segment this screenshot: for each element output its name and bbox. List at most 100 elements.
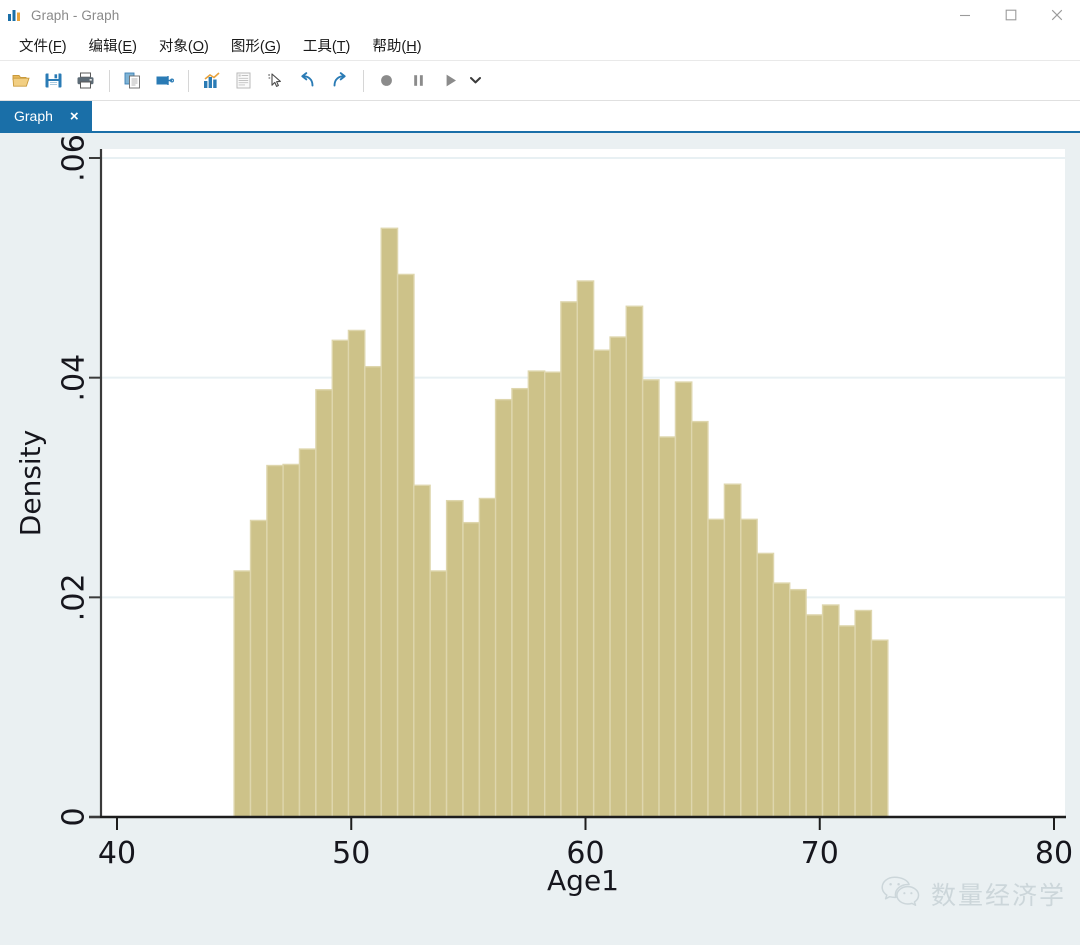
- histogram-bar: [756, 552, 775, 818]
- play-button[interactable]: [435, 66, 465, 96]
- histogram-bar: [772, 582, 791, 818]
- x-tick-label: 70: [801, 836, 839, 871]
- print-icon: [75, 70, 96, 91]
- menu-bar: 文件(F) 编辑(E) 对象(O) 图形(G) 工具(T) 帮助(H): [0, 31, 1080, 61]
- save-button[interactable]: [38, 66, 68, 96]
- histogram-bar: [641, 379, 660, 818]
- histogram-bar: [609, 336, 628, 818]
- histogram-bar: [740, 518, 758, 818]
- histogram-bar: [478, 497, 497, 818]
- close-button[interactable]: [1034, 0, 1080, 31]
- histogram-bar: [282, 463, 301, 818]
- histogram-bar: [870, 639, 889, 818]
- menu-file-tail: ): [61, 39, 67, 55]
- menu-tools-tail: ): [345, 39, 351, 55]
- pause-icon: [408, 70, 429, 91]
- toolbar-overflow-button[interactable]: [467, 66, 483, 96]
- histogram-bar: [544, 371, 562, 818]
- log-viewer-icon: [233, 70, 254, 91]
- histogram-bar: [380, 227, 399, 818]
- histogram-bar: [364, 365, 382, 818]
- menu-help-tail: ): [416, 39, 422, 55]
- toolbar-separator: [188, 69, 189, 92]
- histogram-bar: [511, 387, 529, 818]
- copy-button[interactable]: [117, 66, 147, 96]
- menu-object-accel: O: [192, 39, 205, 55]
- histogram-chart: 40 50 60 70 800.02.04.06 Age1 Density: [0, 133, 1080, 928]
- histogram-bar: [413, 484, 431, 818]
- menu-object-label: 对象(: [158, 39, 193, 55]
- print-button[interactable]: [70, 66, 100, 96]
- menu-object-tail: ): [204, 39, 209, 55]
- redo-button[interactable]: [324, 66, 354, 96]
- histogram-bar: [315, 389, 333, 818]
- chevron-down-icon: [469, 71, 481, 89]
- play-icon: [440, 70, 461, 91]
- x-tick-label: 50: [332, 836, 370, 871]
- y-tick-label: 0: [57, 807, 92, 826]
- menu-tools-accel: T: [336, 39, 346, 55]
- x-tick-label: 40: [98, 836, 136, 871]
- histogram-bar: [658, 436, 677, 818]
- record-button[interactable]: [371, 66, 401, 96]
- menu-tools[interactable]: 工具(T): [292, 32, 362, 59]
- y-tick-label: .06: [57, 134, 92, 182]
- menu-graphics-label: 图形(: [230, 39, 265, 55]
- histogram-bar: [429, 570, 448, 818]
- graph-window: Graph - Graph 文件(F) 编辑(E) 对象(O) 图形(G) 工具…: [0, 0, 1080, 945]
- tab-strip: Graph ×: [0, 101, 1080, 133]
- graph-canvas[interactable]: 40 50 60 70 80 0.02.04.06 Age1 Density 数量经济学: [0, 133, 1080, 945]
- menu-help-accel: H: [406, 39, 417, 55]
- x-tick-label: 80: [1035, 836, 1073, 871]
- menu-graphics[interactable]: 图形(G): [220, 32, 292, 59]
- tab-graph[interactable]: Graph ×: [0, 101, 92, 131]
- undo-icon: [297, 70, 318, 91]
- histogram-bar: [723, 483, 742, 818]
- menu-file-accel: F: [52, 39, 62, 55]
- menu-file-label: 文件(: [19, 39, 53, 55]
- menu-file[interactable]: 文件(F): [8, 32, 78, 59]
- copy-icon: [122, 70, 143, 91]
- tab-graph-label: Graph: [14, 108, 53, 124]
- tab-close-icon[interactable]: ×: [67, 109, 82, 124]
- x-axis-label: Age1: [547, 864, 619, 897]
- title-bar: Graph - Graph: [0, 0, 1080, 31]
- y-tick-label: .04: [57, 354, 92, 402]
- histogram-bar: [249, 519, 268, 818]
- histogram-bar: [625, 305, 644, 818]
- paste-button[interactable]: [149, 66, 179, 96]
- histogram-bar: [707, 518, 726, 818]
- histogram-bar: [445, 499, 464, 818]
- histogram-bar: [266, 464, 284, 818]
- toolbar: [0, 61, 1080, 101]
- select-tool-button[interactable]: [260, 66, 290, 96]
- histogram-bar: [690, 420, 709, 818]
- menu-edit-label: 编辑(: [88, 39, 123, 55]
- redo-icon: [329, 70, 350, 91]
- menu-help[interactable]: 帮助(H): [361, 32, 432, 59]
- histogram-bar: [560, 301, 578, 818]
- pause-button[interactable]: [403, 66, 433, 96]
- maximize-button[interactable]: [988, 0, 1034, 31]
- histogram-bar: [396, 273, 415, 818]
- histogram-bar: [854, 609, 873, 818]
- menu-edit-accel: E: [122, 39, 133, 55]
- menu-object[interactable]: 对象(O): [148, 32, 220, 59]
- histogram-bar: [347, 329, 366, 818]
- minimize-button[interactable]: [942, 0, 988, 31]
- menu-edit-tail: ): [132, 39, 137, 55]
- log-viewer-button[interactable]: [228, 66, 258, 96]
- toolbar-separator: [109, 69, 110, 92]
- new-graph-button[interactable]: [196, 66, 226, 96]
- open-folder-icon: [11, 70, 32, 91]
- histogram-bar: [805, 614, 824, 818]
- record-icon: [376, 70, 397, 91]
- window-controls: [942, 0, 1080, 31]
- open-button[interactable]: [6, 66, 36, 96]
- menu-edit[interactable]: 编辑(E): [78, 32, 148, 59]
- menu-graphics-accel: G: [264, 39, 276, 55]
- histogram-bar: [838, 625, 856, 818]
- undo-button[interactable]: [292, 66, 322, 96]
- histogram-bar: [593, 349, 611, 818]
- menu-graphics-tail: ): [276, 39, 281, 55]
